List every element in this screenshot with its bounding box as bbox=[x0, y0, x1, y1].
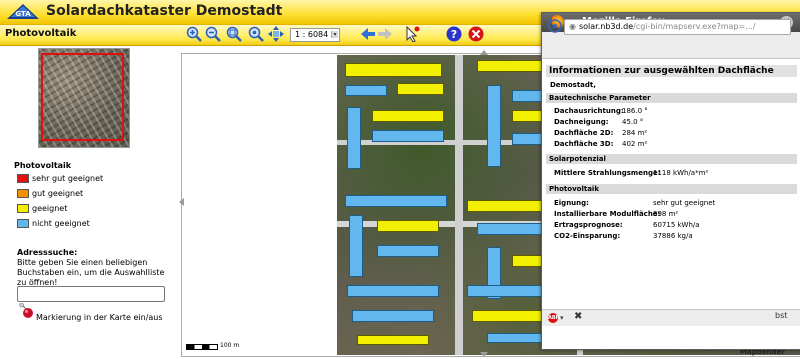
roof-segment[interactable] bbox=[397, 83, 444, 95]
help-icon[interactable]: ? bbox=[446, 26, 462, 42]
site-identity-icon[interactable] bbox=[548, 19, 562, 33]
row-value: sehr gut geeignet bbox=[653, 199, 716, 207]
roof-segment[interactable] bbox=[377, 220, 439, 232]
adblock-icon[interactable]: ABP bbox=[548, 313, 559, 323]
roof-segment[interactable] bbox=[345, 85, 387, 96]
row-label: Dachfläche 2D: bbox=[554, 129, 614, 137]
legend-swatch bbox=[17, 174, 29, 183]
zoom-out-icon[interactable] bbox=[205, 26, 221, 42]
roof-segment[interactable] bbox=[377, 245, 439, 257]
legend-label: geeignet bbox=[32, 204, 68, 213]
section-heading: Photovoltaik bbox=[546, 184, 797, 194]
roof-segment[interactable] bbox=[347, 285, 439, 297]
row-label: CO2-Einsparung: bbox=[554, 232, 621, 240]
roof-segment[interactable] bbox=[352, 310, 434, 322]
pan-hand-icon[interactable] bbox=[226, 26, 242, 42]
row-value: 37886 kg/a bbox=[653, 232, 693, 240]
legend-label: sehr gut geeignet bbox=[32, 174, 104, 183]
chevron-down-icon[interactable]: ▾ bbox=[331, 31, 338, 38]
popup-content: Informationen zur ausgewählten Dachfläch… bbox=[542, 58, 800, 308]
city-label: Demostadt, bbox=[550, 81, 596, 89]
roof-segment[interactable] bbox=[349, 215, 363, 277]
gta-logo: GTA bbox=[7, 4, 39, 19]
address-search-title: Adresssuche: bbox=[17, 248, 78, 257]
pan-down-arrow-icon[interactable] bbox=[480, 352, 488, 357]
row-value: 402 m² bbox=[622, 140, 648, 148]
app-title: Solardachkataster Demostadt bbox=[46, 3, 283, 19]
svg-text:?: ? bbox=[451, 28, 457, 41]
row-value: 284 m² bbox=[622, 129, 648, 137]
chevron-down-icon[interactable]: ▾ bbox=[560, 314, 564, 322]
row-label: Mittlere Strahlungsmenge: bbox=[554, 169, 661, 177]
roof-segment[interactable] bbox=[372, 130, 444, 142]
row-label: Eignung: bbox=[554, 199, 589, 207]
legend-label: gut geeignet bbox=[32, 189, 84, 198]
row-value: 1118 kWh/a*m² bbox=[653, 169, 709, 177]
svg-text:GTA: GTA bbox=[15, 10, 31, 18]
move-icon[interactable] bbox=[268, 26, 284, 42]
section-heading: Solarpotenzial bbox=[546, 154, 797, 164]
roof-segment[interactable] bbox=[347, 107, 361, 169]
marker-toggle-label[interactable]: Markierung in der Karte ein/aus bbox=[36, 313, 163, 322]
legend-swatch bbox=[17, 204, 29, 213]
section-heading: Bautechnische Parameter bbox=[546, 93, 797, 103]
info-popup-window[interactable]: Mozilla Firefox ✕ ◉solar.nb3d.de/cgi-bin… bbox=[541, 12, 800, 350]
status-close-icon[interactable]: ✖ bbox=[574, 311, 582, 322]
legend-swatch bbox=[17, 189, 29, 198]
close-icon[interactable] bbox=[468, 26, 484, 42]
roof-segment[interactable] bbox=[345, 195, 447, 207]
forward-arrow-icon[interactable] bbox=[377, 26, 393, 42]
roof-segment[interactable] bbox=[372, 110, 444, 122]
row-value: 398 m² bbox=[653, 210, 679, 218]
row-label: Installierbare Modulfläche: bbox=[554, 210, 661, 218]
info-heading: Informationen zur ausgewählten Dachfläch… bbox=[546, 65, 797, 77]
zoom-in-icon[interactable] bbox=[186, 26, 202, 42]
row-value: 60715 kWh/a bbox=[653, 221, 700, 229]
overview-extent-frame[interactable] bbox=[41, 53, 124, 141]
url-bar[interactable]: ◉ solar.nb3d.de/cgi-bin/mapserv.exe?map=.… bbox=[564, 19, 791, 35]
roof-segment[interactable] bbox=[345, 63, 442, 77]
url-path: /cgi-bin/mapserv.exe?map=.../ bbox=[633, 22, 756, 31]
row-label: Dachneigung: bbox=[554, 118, 609, 126]
status-right-text: bst bbox=[775, 311, 788, 320]
map-marker-icon[interactable] bbox=[18, 303, 36, 319]
row-value: 186.0 ° bbox=[622, 107, 648, 115]
row-label: Dachausrichtung: bbox=[554, 107, 624, 115]
roof-segment[interactable] bbox=[487, 85, 501, 167]
legend-swatch bbox=[17, 219, 29, 228]
pan-up-arrow-icon[interactable] bbox=[480, 50, 488, 55]
legend-label: nicht geeignet bbox=[32, 219, 90, 228]
map-scale-bar bbox=[186, 344, 218, 350]
section-title: Photovoltaik bbox=[5, 28, 77, 39]
address-search-input[interactable] bbox=[17, 286, 165, 302]
zoom-extent-icon[interactable] bbox=[248, 26, 264, 42]
legend-title: Photovoltaik bbox=[14, 161, 72, 170]
pan-left-arrow-icon[interactable] bbox=[179, 198, 184, 206]
back-arrow-icon[interactable] bbox=[360, 26, 376, 42]
address-search-hint: Bitte geben Sie einen beliebigen Buchsta… bbox=[17, 258, 165, 287]
row-label: Dachfläche 3D: bbox=[554, 140, 614, 148]
select-icon[interactable] bbox=[404, 26, 420, 42]
roof-segment[interactable] bbox=[357, 335, 429, 345]
row-label: Ertragsprognose: bbox=[554, 221, 623, 229]
globe-icon: ◉ bbox=[569, 22, 576, 31]
url-host: solar.nb3d.de bbox=[578, 22, 634, 31]
row-value: 45.0 ° bbox=[622, 118, 644, 126]
popup-navbar bbox=[542, 32, 800, 59]
map-scale-label: 100 m bbox=[220, 342, 240, 349]
